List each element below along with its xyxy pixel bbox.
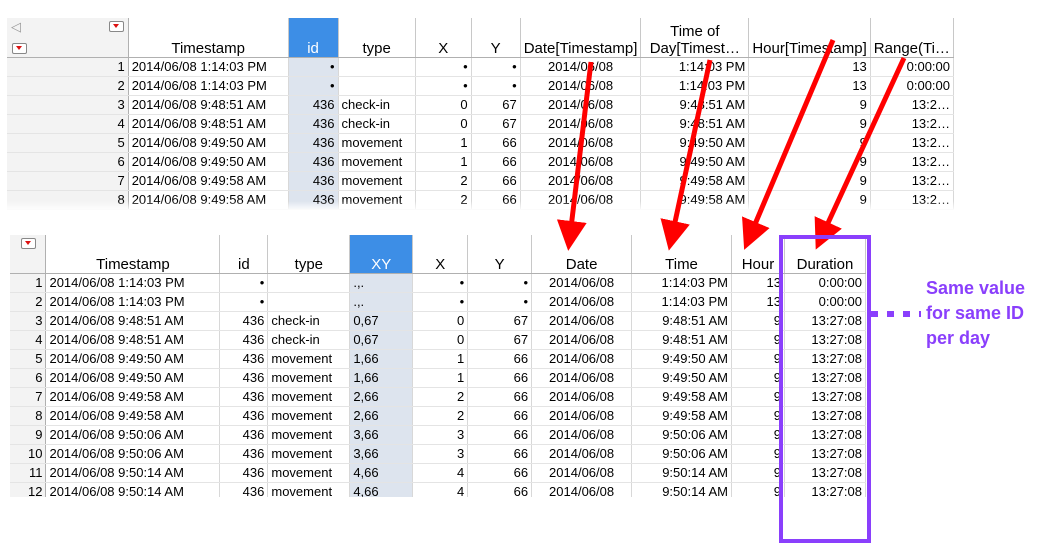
arrow-duration (814, 56, 907, 250)
arrow-time (660, 59, 713, 251)
arrow-date (556, 61, 594, 251)
duration-highlight-box (779, 235, 871, 543)
annotation-overlay (556, 39, 921, 543)
annotation-note: Same value for same ID per day (926, 278, 1026, 348)
arrow-hour (742, 39, 836, 250)
